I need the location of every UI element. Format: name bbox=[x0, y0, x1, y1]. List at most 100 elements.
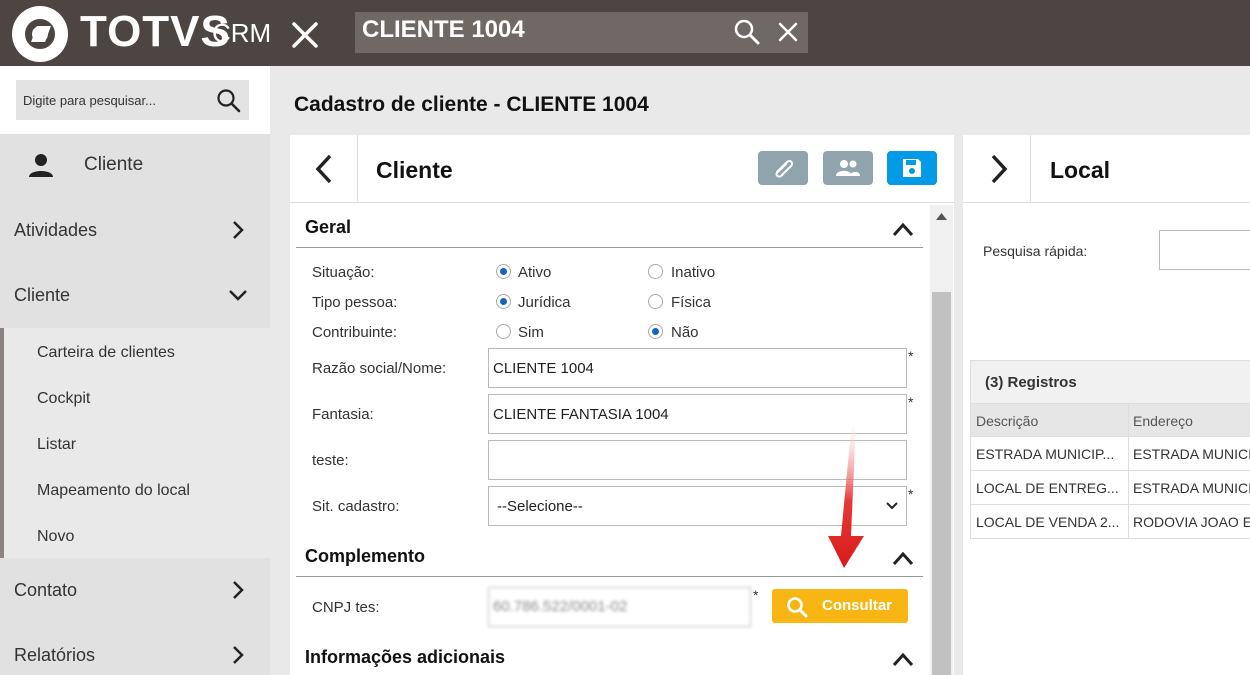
chevron-up-icon[interactable] bbox=[891, 219, 915, 239]
table-row[interactable]: ESTRADA MUNICIP... ESTRADA MUNICIPAL bbox=[970, 437, 1250, 471]
situacao-inativo-label: Inativo bbox=[671, 264, 716, 281]
grid-title: (3) Registros bbox=[985, 374, 1077, 391]
save-button[interactable] bbox=[887, 151, 937, 185]
local-panel-title: Local bbox=[1050, 157, 1111, 183]
sidebar-user-label: Cliente bbox=[84, 154, 144, 175]
scroll-up-arrow-icon[interactable] bbox=[935, 211, 948, 221]
search-icon[interactable] bbox=[733, 18, 761, 46]
people-icon bbox=[836, 160, 860, 176]
required-mark: * bbox=[753, 587, 759, 603]
submenu-item-carteira[interactable]: Carteira de clientes bbox=[37, 344, 175, 362]
section-info-adicionais: Informações adicionais bbox=[296, 638, 923, 675]
column-header-endereco[interactable]: Endereço bbox=[1133, 413, 1193, 429]
tipo-fisica-label: Física bbox=[671, 294, 712, 311]
cell-descricao: LOCAL DE VENDA 2... bbox=[976, 514, 1120, 530]
sidebar-item-contato[interactable]: Contato bbox=[0, 558, 270, 622]
chevron-right-icon bbox=[233, 221, 244, 239]
section-title: Complemento bbox=[305, 546, 426, 566]
close-icon[interactable] bbox=[290, 20, 320, 50]
cnpj-label: CNPJ tes: bbox=[312, 599, 380, 616]
local-panel: Local Pesquisa rápida: (3) Registros Des… bbox=[963, 135, 1250, 675]
sidebar-item-label: Atividades bbox=[14, 220, 98, 240]
contacts-button[interactable] bbox=[823, 151, 873, 185]
sidebar-item-atividades[interactable]: Atividades bbox=[0, 198, 270, 262]
column-header-descricao[interactable]: Descrição bbox=[976, 413, 1038, 429]
cell-endereco: RODOVIA JOAO E bbox=[1133, 514, 1250, 530]
cliente-panel: Cliente Geral Situação: Ativo Inativo Ti… bbox=[290, 135, 954, 675]
section-geral: Geral bbox=[296, 208, 923, 248]
chevron-left-icon bbox=[315, 154, 332, 184]
razao-label: Razão social/Nome: bbox=[312, 360, 447, 377]
cliente-submenu: Carteira de clientes Cockpit Listar Mape… bbox=[0, 328, 270, 558]
sidebar: Digite para pesquisar... Cliente Ativida… bbox=[0, 66, 270, 675]
submenu-item-cockpit[interactable]: Cockpit bbox=[37, 390, 90, 408]
sidebar-item-label: Relatórios bbox=[14, 645, 96, 665]
situacao-inativo-radio[interactable] bbox=[648, 264, 663, 279]
cnpj-input[interactable]: 60.786.522/0001-02 bbox=[488, 587, 751, 627]
panel-title: Cliente bbox=[376, 157, 453, 183]
cell-endereco: ESTRADA MUNICIPAL bbox=[1133, 480, 1250, 496]
table-row[interactable]: LOCAL DE ENTREG... ESTRADA MUNICIPAL bbox=[970, 471, 1250, 505]
floppy-disk-icon bbox=[903, 159, 921, 177]
sidebar-item-cliente[interactable]: Cliente bbox=[0, 263, 270, 327]
table-row[interactable]: LOCAL DE VENDA 2... RODOVIA JOAO E bbox=[970, 505, 1250, 539]
cell-descricao: ESTRADA MUNICIP... bbox=[976, 446, 1115, 462]
search-icon[interactable] bbox=[216, 88, 242, 114]
cell-descricao: LOCAL DE ENTREG... bbox=[976, 480, 1119, 496]
chevron-right-icon bbox=[991, 154, 1008, 184]
search-icon bbox=[787, 597, 808, 618]
chevron-up-icon[interactable] bbox=[891, 649, 915, 669]
submenu-item-listar[interactable]: Listar bbox=[37, 436, 76, 454]
required-mark: * bbox=[908, 348, 914, 364]
back-button[interactable] bbox=[290, 135, 358, 203]
contribuinte-nao-radio[interactable] bbox=[648, 324, 663, 339]
quick-search-input[interactable] bbox=[1159, 230, 1250, 270]
red-arrow-annotation bbox=[828, 420, 864, 568]
tipo-pessoa-label: Tipo pessoa: bbox=[312, 294, 398, 311]
sidebar-item-label: Cliente bbox=[14, 285, 71, 305]
razao-social-input[interactable]: CLIENTE 1004 bbox=[488, 348, 907, 388]
chevron-up-icon[interactable] bbox=[891, 548, 915, 568]
user-icon bbox=[29, 154, 53, 177]
consultar-button[interactable]: Consultar bbox=[772, 589, 908, 623]
situacao-ativo-radio[interactable] bbox=[496, 264, 511, 279]
submenu-item-mapeamento[interactable]: Mapeamento do local bbox=[37, 482, 190, 500]
local-grid: (3) Registros Descrição Endereço ESTRADA… bbox=[970, 360, 1250, 540]
totvs-logo bbox=[12, 6, 68, 62]
chevron-down-icon bbox=[229, 290, 247, 301]
clear-search-icon[interactable] bbox=[776, 20, 800, 44]
sidebar-item-relatorios[interactable]: Relatórios bbox=[0, 623, 270, 675]
local-panel-header: Local bbox=[963, 135, 1250, 203]
attach-button[interactable] bbox=[758, 151, 808, 185]
sit-cadastro-value: --Selecione-- bbox=[497, 498, 583, 515]
submenu-item-novo[interactable]: Novo bbox=[37, 528, 74, 546]
required-mark: * bbox=[908, 486, 914, 502]
section-title: Geral bbox=[305, 217, 352, 237]
panel-header: Cliente bbox=[290, 135, 954, 203]
sidebar-item-label: Contato bbox=[14, 580, 78, 600]
brand-suffix: CRM bbox=[212, 18, 272, 48]
forward-button[interactable] bbox=[963, 135, 1031, 203]
grid-column-headers: Descrição Endereço bbox=[970, 404, 1250, 437]
section-title: Informações adicionais bbox=[305, 647, 506, 667]
top-bar: TOTVS CRM CLIENTE 1004 bbox=[0, 0, 1250, 66]
consultar-label: Consultar bbox=[822, 597, 893, 614]
scroll-thumb[interactable] bbox=[932, 292, 951, 675]
global-search-value: CLIENTE 1004 bbox=[362, 16, 525, 43]
contribuinte-sim-label: Sim bbox=[518, 324, 544, 341]
contribuinte-sim-radio[interactable] bbox=[496, 324, 511, 339]
situacao-label: Situação: bbox=[312, 264, 375, 281]
sidebar-user-cliente[interactable]: Cliente bbox=[0, 134, 270, 198]
required-mark: * bbox=[908, 394, 914, 410]
sidebar-search-input[interactable]: Digite para pesquisar... bbox=[16, 80, 249, 120]
chevron-down-icon bbox=[886, 502, 898, 510]
cell-endereco: ESTRADA MUNICIPAL bbox=[1133, 446, 1250, 462]
vertical-scrollbar[interactable] bbox=[930, 205, 953, 675]
tipo-juridica-radio[interactable] bbox=[496, 294, 511, 309]
brand-name: TOTVS bbox=[80, 7, 231, 56]
teste-label: teste: bbox=[312, 452, 349, 469]
tipo-fisica-radio[interactable] bbox=[648, 294, 663, 309]
contribuinte-label: Contribuinte: bbox=[312, 324, 398, 341]
contribuinte-nao-label: Não bbox=[671, 324, 699, 341]
tipo-juridica-label: Jurídica bbox=[518, 294, 571, 311]
